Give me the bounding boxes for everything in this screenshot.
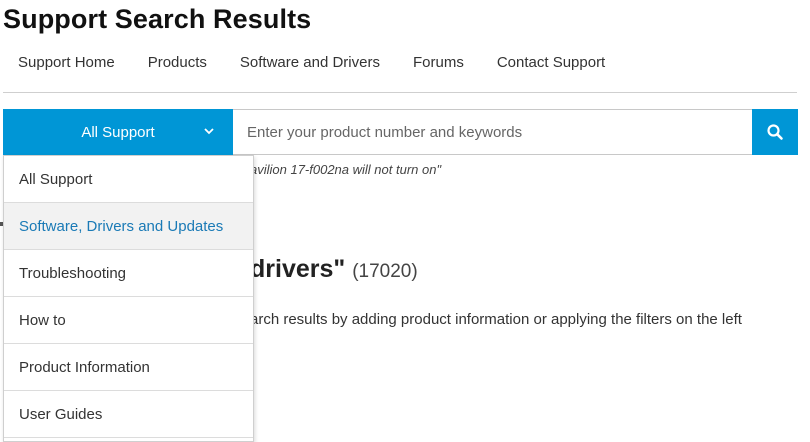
dropdown-item-how-to[interactable]: How to (4, 297, 253, 344)
search-button[interactable] (752, 109, 798, 155)
nav-software-and-drivers[interactable]: Software and Drivers (240, 54, 380, 74)
search-scope-select[interactable]: All Support (3, 109, 233, 155)
dropdown-item-user-guides[interactable]: User Guides (4, 391, 253, 438)
dropdown-item-troubleshooting[interactable]: Troubleshooting (4, 250, 253, 297)
results-query: drivers" (250, 255, 346, 283)
nav-divider (3, 92, 797, 93)
dropdown-item-product-information[interactable]: Product Information (4, 344, 253, 391)
nav-products[interactable]: Products (148, 54, 207, 74)
results-count: (17020) (352, 261, 418, 282)
search-input[interactable] (233, 109, 752, 155)
results-subtext: arch results by adding product informati… (250, 311, 742, 328)
search-icon (767, 124, 783, 140)
results-heading: drivers" (17020) (250, 255, 418, 284)
search-bar: All Support (3, 109, 798, 155)
search-hint: avilion 17-f002na will not turn on" (250, 162, 442, 177)
nav-forums[interactable]: Forums (413, 54, 464, 74)
dropdown-item-software-drivers-updates[interactable]: Software, Drivers and Updates (4, 203, 253, 250)
search-scope-label: All Support (81, 123, 155, 141)
support-nav: Support Home Products Software and Drive… (18, 54, 605, 74)
dropdown-item-all-support[interactable]: All Support (4, 156, 253, 203)
nav-support-home[interactable]: Support Home (18, 54, 115, 74)
search-scope-dropdown: All Support Software, Drivers and Update… (3, 155, 254, 442)
nav-contact-support[interactable]: Contact Support (497, 54, 605, 74)
page-title: Support Search Results (3, 4, 312, 34)
chevron-down-icon (204, 128, 214, 135)
